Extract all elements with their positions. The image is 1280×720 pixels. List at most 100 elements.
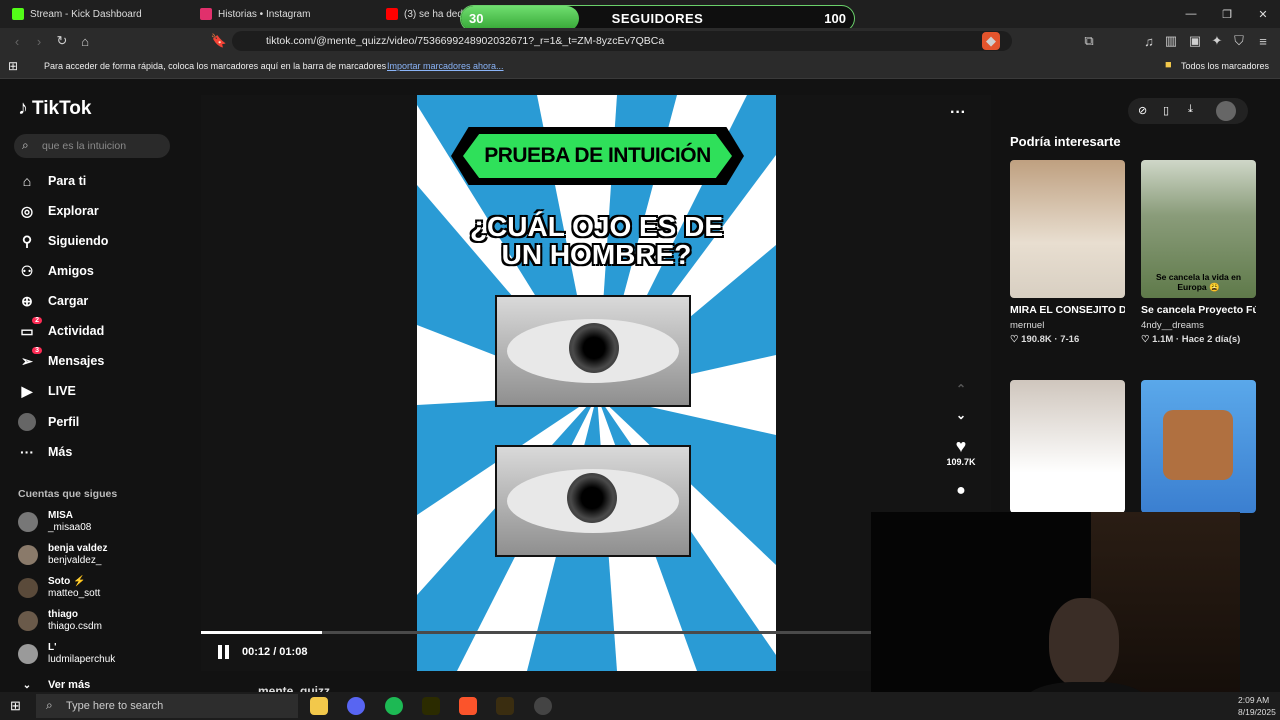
download-icon[interactable]: ⤓	[1188, 103, 1193, 116]
comment-button[interactable]: ●	[946, 482, 976, 510]
recommendation-card[interactable]: Se cancela la vida en Europa 😩 Se cancel…	[1141, 160, 1256, 345]
video-thumbnail	[1010, 160, 1125, 298]
all-bookmarks[interactable]: Todos los marcadores	[1181, 61, 1269, 71]
following-account[interactable]: L' ludmilaperchuk	[18, 640, 115, 668]
device-icon[interactable]: ▯	[1163, 104, 1169, 117]
activity-icon: ▭ 2	[18, 317, 42, 340]
maximize-icon[interactable]: ❐	[1212, 4, 1242, 24]
video-thumbnail[interactable]	[1141, 380, 1256, 513]
following-account[interactable]: benja valdez benjvaldez_	[18, 541, 107, 569]
following-account[interactable]: Soto ⚡ matteo_sott	[18, 574, 100, 602]
app-icon[interactable]	[496, 697, 514, 715]
home-icon: ⌂	[22, 173, 32, 189]
avatar	[18, 512, 38, 532]
extensions-icon[interactable]: ⧉	[1080, 32, 1098, 50]
video-progress-fill	[201, 631, 322, 634]
sidebar-icon[interactable]: ▥	[1162, 32, 1180, 50]
video-more-icon[interactable]: ···	[950, 104, 966, 122]
next-video-icon[interactable]: ⌄	[946, 408, 976, 422]
import-bookmarks-link[interactable]: Importar marcadores ahora...	[387, 61, 504, 71]
live-icon: ▶	[21, 382, 33, 399]
tab-instagram[interactable]: Historias • Instagram	[200, 4, 310, 24]
video-controls: 00:12 / 01:08	[218, 645, 307, 659]
folder-icon: ■	[1165, 59, 1172, 71]
previous-video-icon[interactable]: ⌃	[946, 382, 976, 396]
windows-start-icon[interactable]: ⊞	[10, 698, 21, 714]
vpn-icon[interactable]: ⛉	[1230, 32, 1248, 50]
webcam-overlay	[871, 512, 1240, 720]
avatar	[18, 644, 38, 664]
spotify-icon[interactable]	[385, 697, 403, 715]
goal-label: SEGUIDORES	[611, 11, 704, 26]
streamer-head	[1049, 598, 1119, 688]
eye-image-1	[495, 295, 691, 407]
pause-icon[interactable]	[218, 645, 232, 659]
tab-kick-dashboard[interactable]: Stream - Kick Dashboard	[12, 4, 142, 24]
video-frame[interactable]: PRUEBA DE INTUICIÓN ¿CUÁL OJO ES DE UN H…	[417, 95, 776, 671]
close-window-icon[interactable]: ✕	[1248, 4, 1278, 24]
minimize-icon[interactable]: —	[1176, 4, 1206, 24]
avatar	[18, 578, 38, 598]
music-icon[interactable]: ♫	[1140, 32, 1158, 50]
search-icon: ⌕	[22, 138, 29, 152]
nav-explorar[interactable]: ◎ Explorar	[18, 200, 99, 222]
pin-icon[interactable]: ⊘	[1138, 104, 1147, 117]
reload-icon[interactable]: ↻	[53, 32, 71, 50]
video-progress-bar[interactable]	[201, 631, 871, 634]
video-thumbnail[interactable]	[1010, 380, 1125, 513]
nav-mensajes[interactable]: ➢ 3 Mensajes	[18, 347, 104, 372]
avatar[interactable]	[1216, 101, 1236, 121]
apps-icon[interactable]: ⊞	[8, 59, 18, 73]
kick-icon	[12, 8, 24, 20]
like-count: 109.7K	[946, 457, 976, 467]
file-explorer-icon[interactable]	[310, 697, 328, 715]
comment-icon: ●	[956, 482, 966, 499]
friends-icon: ⚇	[20, 262, 34, 279]
system-clock: 2:09 AM 8/19/2025	[1238, 695, 1276, 717]
nav-live[interactable]: ▶ LIVE	[18, 380, 76, 402]
brave-icon[interactable]	[459, 697, 477, 715]
discord-icon[interactable]	[347, 697, 365, 715]
avatar	[18, 611, 38, 631]
goal-target: 100	[824, 11, 846, 26]
taskbar-search-input[interactable]: ⌕ Type here to search	[36, 694, 298, 718]
obs-icon[interactable]	[534, 697, 552, 715]
eye-image-2	[495, 445, 691, 557]
video-author[interactable]: mente_quizz	[258, 684, 330, 692]
video-time: 00:12 / 01:08	[242, 646, 308, 658]
forward-icon[interactable]: ›	[30, 32, 48, 50]
search-input[interactable]: ⌕ que es la intuicion	[14, 134, 170, 158]
nav-perfil[interactable]: Perfil	[18, 411, 79, 433]
nav-amigos[interactable]: ⚇ Amigos	[18, 260, 94, 282]
like-button[interactable]: ♥ 109.7K	[946, 436, 976, 467]
nav-siguiendo[interactable]: ⚲ Siguiendo	[18, 230, 109, 252]
search-icon: ⌕	[46, 698, 53, 712]
more-icon: ···	[20, 444, 34, 460]
home-browser-icon[interactable]: ⌂	[76, 32, 94, 50]
youtube-icon	[386, 8, 398, 20]
nav-mas[interactable]: ··· Más	[18, 441, 72, 463]
back-icon[interactable]: ‹	[8, 32, 26, 50]
nav-cargar[interactable]: ⊕ Cargar	[18, 290, 88, 312]
brave-shield-icon[interactable]: ◆	[982, 32, 1000, 50]
game-thumbnail	[1163, 410, 1233, 480]
instagram-icon	[200, 8, 212, 20]
activity-badge: 2	[32, 317, 42, 324]
nav-actividad[interactable]: ▭ 2 Actividad	[18, 317, 104, 342]
leo-icon[interactable]: ✦	[1208, 32, 1226, 50]
recommendation-card[interactable]: MIRA EL CONSEJITO DEL NUTRICIONIST... me…	[1010, 160, 1125, 345]
compass-icon: ◎	[20, 202, 34, 219]
video-thumbnail: Se cancela la vida en Europa 😩	[1141, 160, 1256, 298]
address-bar[interactable]: tiktok.com/@mente_quizz/video/7536699248…	[232, 31, 1012, 51]
nav-para-ti[interactable]: ⌂ Para ti	[18, 170, 86, 192]
following-account[interactable]: thiago thiago.csdm	[18, 607, 102, 635]
menu-icon[interactable]: ≡	[1254, 32, 1272, 50]
following-account[interactable]: MISA _misaa08	[18, 508, 91, 536]
tiktok-note-icon: ♪	[18, 97, 28, 119]
app-icon[interactable]	[422, 697, 440, 715]
wallet-icon[interactable]: ▣	[1186, 32, 1204, 50]
tiktok-logo[interactable]: ♪ TikTok	[18, 97, 91, 120]
tab-youtube[interactable]: (3) se ha dedi	[386, 4, 465, 24]
bookmark-icon[interactable]: 🔖	[210, 32, 228, 50]
upload-icon: ⊕	[21, 292, 33, 309]
